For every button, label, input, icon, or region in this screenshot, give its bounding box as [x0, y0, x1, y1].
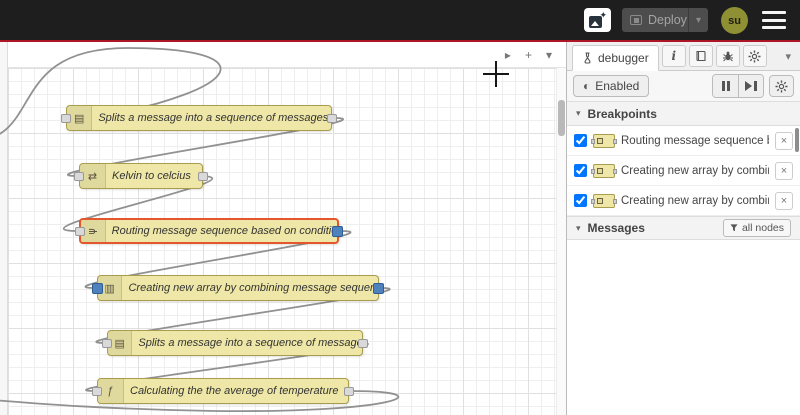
- breakpoints-section-header[interactable]: ▾ Breakpoints: [567, 102, 800, 126]
- mini-node-icon: [591, 133, 617, 148]
- messages-section-header[interactable]: ▾ Messages all nodes: [567, 216, 800, 240]
- debugger-flask-icon: [584, 51, 591, 64]
- chevron-down-icon: ▾: [576, 108, 581, 118]
- step-button[interactable]: [738, 75, 763, 97]
- input-port-breakpoint[interactable]: [92, 283, 103, 294]
- breakpoint-label: Creating new array by combining message …: [621, 194, 769, 207]
- breakpoints-title: Breakpoints: [587, 106, 657, 121]
- node-label: Routing message sequence based on condit…: [111, 225, 337, 237]
- gear-icon: [748, 50, 761, 62]
- output-port[interactable]: [198, 172, 208, 181]
- sidebar-scrollbar-thumb[interactable]: [795, 128, 799, 152]
- node-label: Splits a message into a sequence of mess…: [98, 112, 331, 124]
- output-port-breakpoint[interactable]: [332, 226, 343, 237]
- flow-canvas[interactable]: ▸ + ▾ ▤ Splits a message into a sequence…: [0, 42, 566, 415]
- user-avatar[interactable]: su: [721, 7, 748, 34]
- tab-scroll-right-icon[interactable]: ▸: [505, 48, 511, 62]
- breakpoints-list: Routing message sequence based on condit…: [567, 126, 800, 216]
- output-port-breakpoint[interactable]: [373, 283, 384, 294]
- mini-node-icon: [591, 163, 617, 178]
- accent-divider: [0, 40, 800, 42]
- mini-node-icon: [591, 193, 617, 208]
- input-port[interactable]: [61, 114, 71, 123]
- deploy-button[interactable]: Deploy ▾: [622, 8, 708, 32]
- output-port[interactable]: [358, 339, 368, 348]
- node-average-function[interactable]: ƒ Calculating the the average of tempera…: [92, 378, 354, 404]
- sidebar-collapse-icon[interactable]: ▾: [781, 50, 795, 63]
- enabled-label: Enabled: [595, 79, 640, 93]
- breakpoint-row: Creating new array by combining message …: [567, 156, 800, 186]
- canvas-scrollbar[interactable]: [556, 68, 566, 415]
- remove-breakpoint-button[interactable]: ×: [775, 131, 793, 150]
- gear-icon: [775, 80, 788, 92]
- breakpoint-checkbox[interactable]: [574, 134, 587, 147]
- node-split-2[interactable]: ▤ Splits a message into a sequence of me…: [102, 330, 368, 356]
- node-routing-switch[interactable]: ⋔ Routing message sequence based on cond…: [75, 218, 343, 244]
- breakpoint-checkbox[interactable]: [574, 164, 587, 177]
- toggle-icon: ◐: [583, 79, 591, 93]
- pause-icon: [721, 81, 725, 91]
- breakpoint-label: Creating new array by combining message …: [621, 164, 769, 177]
- debugger-toolbar: ◐ Enabled: [567, 71, 800, 102]
- node-label: Creating new array by combining message …: [128, 282, 378, 294]
- funnel-icon: [730, 224, 738, 232]
- node-label: Calculating the the average of temperatu…: [130, 385, 339, 397]
- node-label: Kelvin to celcius: [112, 170, 191, 182]
- input-port[interactable]: [102, 339, 112, 348]
- add-flow-icon[interactable]: +: [525, 48, 532, 62]
- flow-list-icon[interactable]: ▾: [546, 48, 552, 62]
- ai-export-button[interactable]: ✦: [584, 8, 611, 32]
- messages-empty-area: [567, 240, 800, 380]
- chevron-down-icon: ▾: [576, 222, 581, 233]
- help-tab-button[interactable]: [688, 45, 713, 67]
- flow-tabbar: ▸ + ▾: [8, 42, 566, 68]
- remove-breakpoint-button[interactable]: ×: [775, 191, 793, 210]
- step-icon: [745, 81, 752, 91]
- node-split-1[interactable]: ▤ Splits a message into a sequence of me…: [61, 105, 337, 131]
- breakpoint-row: Routing message sequence based on condit…: [567, 126, 800, 156]
- bug-icon: [722, 51, 733, 62]
- debug-messages-tab-button[interactable]: [715, 45, 740, 67]
- palette-edge: [0, 42, 8, 415]
- debugger-settings-button[interactable]: [769, 75, 794, 97]
- node-kelvin-to-celcius[interactable]: ⇄ Kelvin to celcius: [74, 163, 208, 189]
- output-port[interactable]: [344, 387, 354, 396]
- deploy-label: Deploy: [648, 13, 687, 27]
- node-join-array[interactable]: ▥ Creating new array by combining messag…: [92, 275, 384, 301]
- input-port[interactable]: [74, 172, 84, 181]
- messages-title: Messages: [587, 221, 645, 235]
- deploy-icon: [630, 15, 642, 25]
- input-port[interactable]: [92, 387, 102, 396]
- pause-button[interactable]: [713, 75, 738, 97]
- app-header: ✦ Deploy ▾ su: [0, 0, 800, 40]
- info-tab-button[interactable]: i: [661, 45, 686, 67]
- remove-breakpoint-button[interactable]: ×: [775, 161, 793, 180]
- node-label: Splits a message into a sequence of mess…: [138, 337, 362, 349]
- filter-label: all nodes: [741, 222, 784, 234]
- message-filter-button[interactable]: all nodes: [722, 219, 791, 237]
- hamburger-menu-icon[interactable]: [762, 11, 786, 29]
- deploy-options-caret[interactable]: ▾: [688, 8, 708, 32]
- debugger-enabled-toggle[interactable]: ◐ Enabled: [573, 75, 650, 97]
- tab-debugger-label: debugger: [598, 50, 649, 65]
- sidebar-tabbar: debugger i ▾: [567, 42, 800, 71]
- book-icon: [696, 50, 706, 62]
- output-port[interactable]: [327, 114, 337, 123]
- info-icon: i: [671, 49, 676, 63]
- breakpoint-label: Routing message sequence based on condit…: [621, 134, 769, 147]
- settings-tab-button[interactable]: [742, 45, 767, 67]
- playback-controls: [712, 74, 764, 98]
- breakpoint-checkbox[interactable]: [574, 194, 587, 207]
- tab-debugger[interactable]: debugger: [572, 44, 659, 71]
- scrollbar-thumb[interactable]: [558, 100, 565, 136]
- image-sparkle-icon: ✦: [589, 10, 607, 28]
- input-port[interactable]: [75, 227, 85, 236]
- breakpoint-row: Creating new array by combining message …: [567, 186, 800, 216]
- debug-sidebar: debugger i ▾ ◐ Enabled ▾ Breakpoints Rou…: [566, 42, 800, 415]
